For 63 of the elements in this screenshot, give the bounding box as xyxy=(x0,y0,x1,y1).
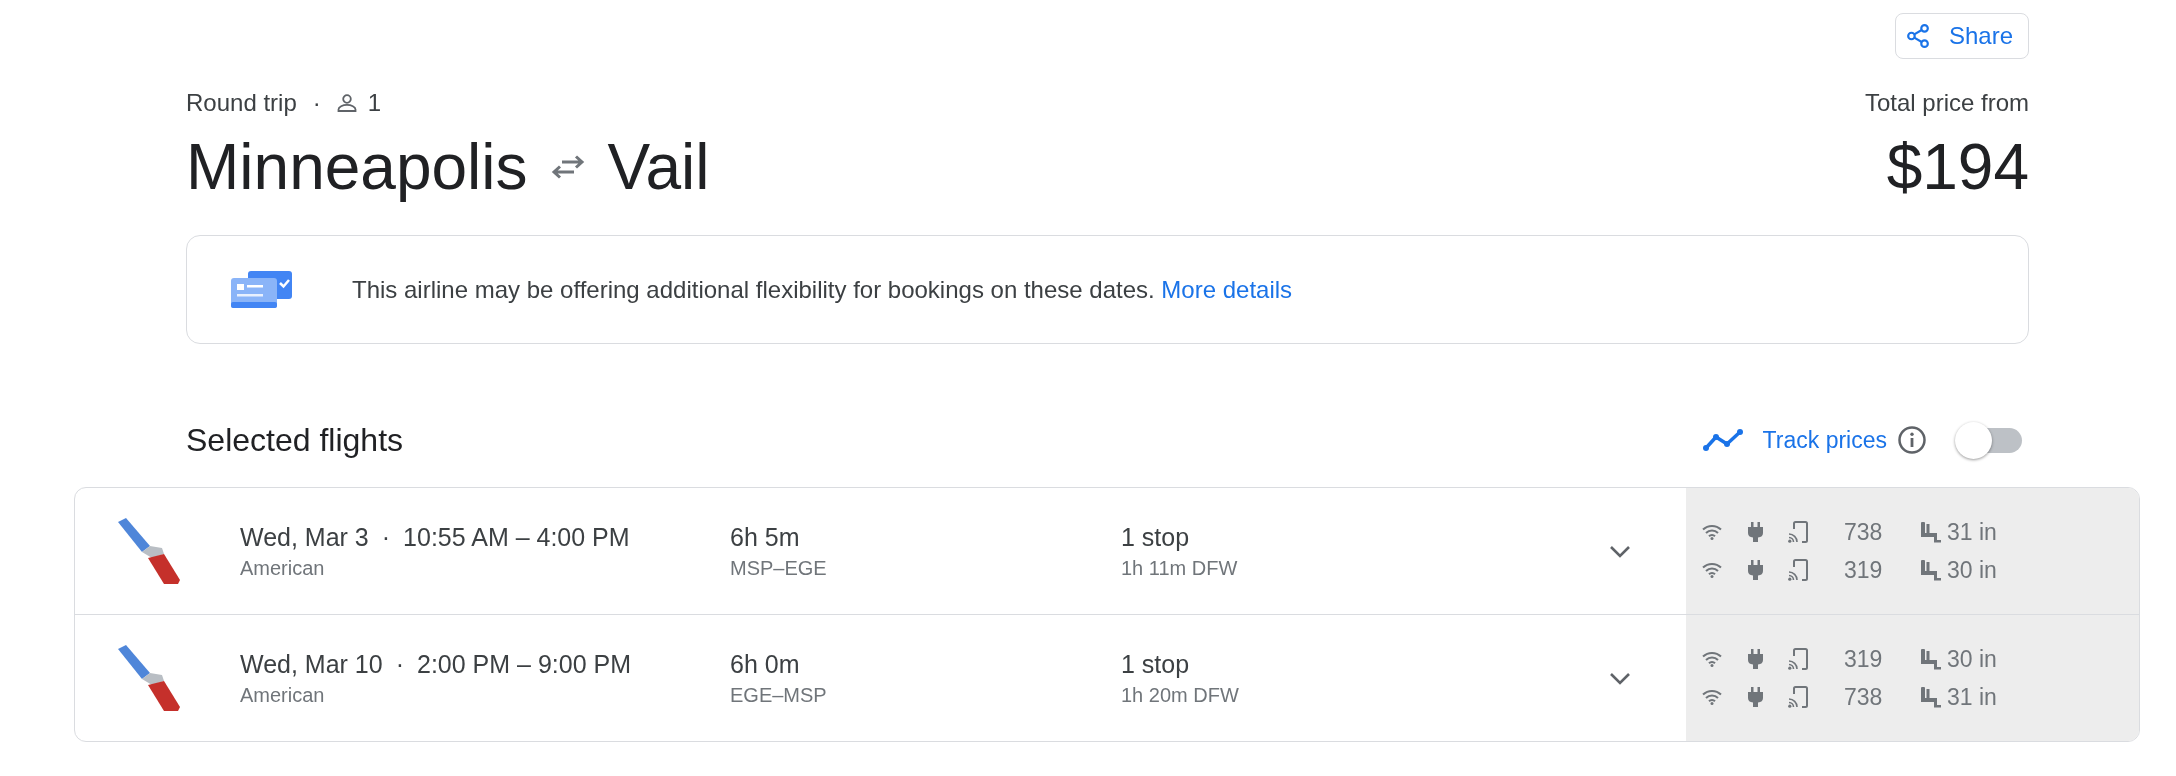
price-label: Total price from xyxy=(1864,88,2029,118)
section-title: Selected flights xyxy=(186,421,403,460)
swap-arrows-icon xyxy=(549,155,586,179)
aircraft-code: 319 xyxy=(1844,645,1884,673)
flight-times: 2:00 PM – 9:00 PM xyxy=(417,649,631,680)
wifi-icon xyxy=(1702,562,1722,578)
seat-icon xyxy=(1919,648,1943,670)
wifi-icon xyxy=(1702,524,1722,540)
cast-screen-icon xyxy=(1788,521,1808,543)
wifi-icon xyxy=(1702,689,1722,705)
flight-times: 10:55 AM – 4:00 PM xyxy=(403,522,630,553)
legroom-text: 30 in xyxy=(1947,556,1997,584)
legroom-text: 31 in xyxy=(1947,683,1997,711)
share-icon xyxy=(1906,24,1929,48)
aircraft-code: 319 xyxy=(1844,556,1884,584)
legroom-text: 30 in xyxy=(1947,645,1997,673)
card-check-icon xyxy=(231,271,292,308)
layover-info: 1h 20m DFW xyxy=(1121,684,1239,706)
trip-type: Round trip xyxy=(186,89,297,117)
track-prices-link[interactable]: Track prices xyxy=(1762,425,1887,455)
airline-logo-icon xyxy=(118,518,180,584)
power-plug-icon xyxy=(1748,687,1763,707)
track-prices-switch[interactable] xyxy=(1955,421,2022,459)
seat-icon xyxy=(1919,686,1943,708)
layover-info: 1h 11m DFW xyxy=(1121,557,1238,579)
info-icon[interactable] xyxy=(1898,426,1926,454)
origin-city: Minneapolis xyxy=(186,130,528,205)
flight-duration: 6h 5m xyxy=(730,522,800,553)
flight-route: MSP–EGE xyxy=(730,557,827,579)
seat-icon xyxy=(1919,559,1943,581)
separator: · xyxy=(381,522,391,553)
passenger-count: 1 xyxy=(367,89,382,117)
notice-text: This airline may be offering additional flexibility for bookings on these dates. More details xyxy=(352,274,1293,305)
price-amount: $194 xyxy=(1886,130,2029,205)
destination-city: Vail xyxy=(607,130,710,205)
flight-duration: 6h 0m xyxy=(730,649,800,680)
power-plug-icon xyxy=(1748,560,1763,580)
aircraft-code: 738 xyxy=(1844,683,1884,711)
chevron-icon xyxy=(1609,671,1631,685)
cast-screen-icon xyxy=(1788,686,1808,708)
flight-date: Wed, Mar 10 xyxy=(240,649,383,680)
airline-name: American xyxy=(240,684,325,706)
person-icon xyxy=(336,94,357,112)
power-plug-icon xyxy=(1748,522,1763,542)
share-button[interactable]: Share xyxy=(1894,13,2029,59)
flight-date: Wed, Mar 3 xyxy=(240,522,369,553)
trend-line-icon xyxy=(1702,429,1743,451)
stop-count: 1 stop xyxy=(1121,522,1190,553)
power-plug-icon xyxy=(1748,649,1763,669)
cast-screen-icon xyxy=(1788,648,1808,670)
seat-icon xyxy=(1919,521,1943,543)
aircraft-code: 738 xyxy=(1844,518,1884,546)
legroom-text: 31 in xyxy=(1947,518,1997,546)
wifi-icon xyxy=(1702,651,1722,667)
stop-count: 1 stop xyxy=(1121,649,1190,680)
airline-name: American xyxy=(240,557,325,579)
airline-logo-icon xyxy=(118,645,180,711)
separator: · xyxy=(395,649,404,680)
separator: · xyxy=(312,89,321,117)
cast-screen-icon xyxy=(1788,559,1808,581)
chevron-icon xyxy=(1609,544,1631,558)
flight-route: EGE–MSP xyxy=(730,684,827,706)
more-details-link[interactable]: More details xyxy=(1161,275,1293,303)
